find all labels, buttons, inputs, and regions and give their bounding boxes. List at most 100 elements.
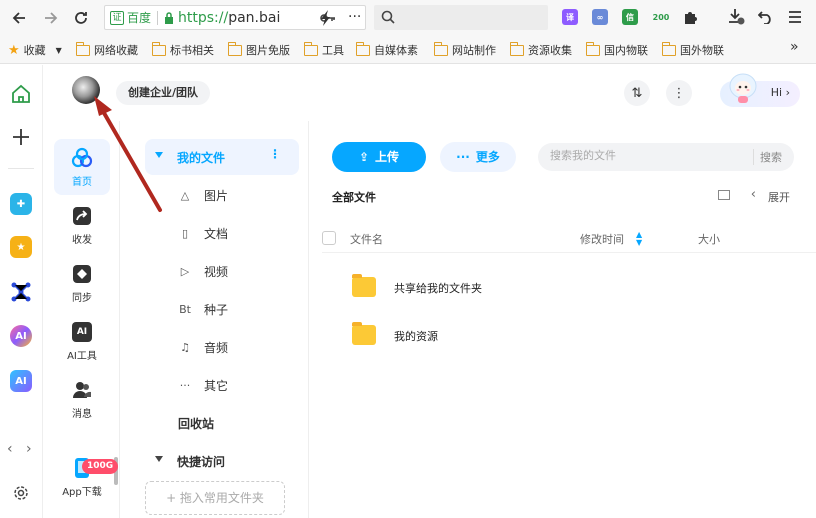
sort-toggle-icon[interactable]: ▲ ▼ [636, 231, 642, 247]
bookmarks-overflow-button[interactable]: » [790, 39, 799, 55]
bookmark-folder[interactable]: 标书相关 [151, 41, 214, 58]
bookmark-favorites[interactable]: ★ 收藏 ▼ [8, 42, 62, 58]
expand-right-icon[interactable]: › [26, 441, 32, 457]
bookmark-folder[interactable]: 国内物联 [585, 41, 648, 58]
file-name[interactable]: 我的资源 [394, 328, 438, 344]
search-icon [381, 10, 395, 24]
tree-item-videos[interactable]: ▷ 视频 [121, 252, 309, 290]
breadcrumb[interactable]: 全部文件 [332, 189, 376, 205]
caret-down-icon [155, 152, 163, 158]
ai-app-icon[interactable]: AI [10, 370, 32, 392]
nav-home[interactable]: 首页 [54, 139, 110, 195]
back-button[interactable] [8, 7, 30, 29]
create-team-button[interactable]: 创建企业/团队 [116, 81, 211, 105]
file-search-input[interactable] [550, 149, 740, 162]
puzzle-icon[interactable] [683, 9, 699, 25]
file-search-button[interactable]: 搜索 [753, 149, 782, 165]
bookmark-folder[interactable]: 资源收集 [509, 41, 572, 58]
hi-label: Hi › [770, 86, 790, 99]
download-icon[interactable] [727, 8, 745, 26]
more-actions-button[interactable]: ··· 更多 [440, 142, 516, 172]
caret-down-icon[interactable] [155, 456, 163, 462]
vertical-dots-icon: ⋮ [672, 85, 686, 101]
translate-extension-icon[interactable]: 译 [562, 9, 578, 25]
more-options-button[interactable]: ⋮ [666, 80, 692, 106]
tree-item-documents[interactable]: ▯ 文档 [121, 214, 309, 252]
forward-button[interactable] [40, 7, 62, 29]
nav-sync[interactable]: 同步 [54, 255, 110, 311]
my-files-label: 我的文件 [177, 151, 226, 165]
home-icon[interactable] [11, 84, 31, 104]
bookmark-label: 国内物联 [604, 44, 648, 57]
menu-icon[interactable] [788, 10, 802, 24]
bookmark-folder[interactable]: 图片免版 [227, 41, 290, 58]
tree-item-label: 音频 [204, 340, 229, 355]
link-extension-icon[interactable]: ∞ [592, 9, 608, 25]
nav-label: 同步 [72, 293, 92, 304]
bookmark-folder[interactable]: 网站制作 [433, 41, 496, 58]
undo-icon[interactable] [758, 10, 774, 24]
tree-my-files[interactable]: 我的文件 ⋮ [145, 139, 299, 175]
nav-messages[interactable]: 消息 [54, 371, 110, 427]
tree-quick-access[interactable]: 快捷访问 [177, 453, 225, 470]
nav-label: AI工具 [67, 351, 97, 362]
tree-recycle-bin[interactable]: 回收站 [178, 415, 214, 432]
gear-icon[interactable] [13, 485, 29, 501]
column-modified[interactable]: 修改时间 [580, 231, 624, 247]
caret-down-icon[interactable]: ▼ [56, 46, 62, 55]
file-name[interactable]: 共享给我的文件夹 [394, 280, 482, 296]
plus-icon[interactable] [11, 127, 31, 147]
folder-icon [355, 41, 370, 56]
left-rail: ✚ ★ AI AI ‹ › [0, 65, 43, 518]
nav-transfer[interactable]: 收发 [54, 197, 110, 253]
cloud-app-icon[interactable]: ✚ [10, 193, 32, 215]
bookmark-folder[interactable]: 自媒体素 [355, 41, 418, 58]
bookmark-folder[interactable]: 国外物联 [661, 41, 724, 58]
tree-item-audio[interactable]: ♫ 音频 [121, 328, 309, 366]
app-download-label: App下载 [62, 487, 102, 498]
url-text[interactable]: https://pan.bai [178, 10, 280, 26]
sort-button[interactable]: ⇅ [624, 80, 650, 106]
ai-assistant-icon[interactable]: AI [10, 325, 32, 347]
network-app-icon[interactable] [10, 281, 32, 303]
nav-ai-tools[interactable]: AI AI工具 [54, 313, 110, 369]
lightning-icon[interactable] [320, 10, 332, 26]
column-size[interactable]: 大小 [698, 231, 720, 247]
table-row[interactable]: 我的资源 [340, 313, 816, 359]
storage-promo-badge: 100G [82, 459, 119, 474]
bookmark-label: 工具 [322, 44, 344, 57]
quick-access-dropzone[interactable]: + 拖入常用文件夹 [145, 481, 285, 515]
bookmark-folder[interactable]: 网络收藏 [75, 41, 138, 58]
grid-view-icon[interactable] [718, 190, 730, 200]
url-host: pan.bai [228, 9, 281, 26]
counter-extension-icon[interactable]: 200 [652, 9, 670, 25]
reload-button[interactable] [70, 7, 92, 29]
tree-item-images[interactable]: △ 图片 [121, 176, 309, 214]
green-extension-icon[interactable]: 信 [622, 9, 638, 25]
collapse-left-icon[interactable]: ‹ [7, 441, 13, 457]
table-row[interactable]: 共享给我的文件夹 [340, 265, 816, 311]
browser-search-box[interactable] [374, 5, 548, 30]
chevron-left-icon[interactable]: ‹ [751, 187, 756, 202]
tree-item-label: 视频 [204, 264, 229, 279]
tree-item-other[interactable]: ··· 其它 [121, 366, 309, 404]
upload-button[interactable]: ⇪ 上传 [332, 142, 426, 172]
certificate-icon[interactable]: 证 [110, 10, 124, 25]
reload-icon [75, 12, 87, 24]
dots-icon: ··· [179, 378, 191, 392]
column-name[interactable]: 文件名 [350, 231, 383, 247]
folder-icon [352, 322, 376, 345]
image-icon: △ [180, 188, 190, 202]
select-all-checkbox[interactable] [322, 231, 336, 245]
address-more-icon[interactable]: ··· [348, 10, 361, 24]
bookmarks-bar: ★ 收藏 ▼ 网络收藏 标书相关 图片免版 工具 自媒体素 网站制作 资源收集 … [0, 36, 816, 64]
play-icon: ▷ [180, 264, 190, 278]
avatar[interactable] [72, 76, 100, 104]
vertical-dots-icon[interactable]: ⋮ [269, 147, 281, 161]
tree-item-label: 其它 [204, 378, 229, 393]
mascot-icon[interactable] [726, 71, 760, 105]
star-app-icon[interactable]: ★ [10, 236, 32, 258]
expand-button[interactable]: 展开 [768, 189, 790, 205]
tree-item-torrents[interactable]: Bt 种子 [121, 290, 309, 328]
bookmark-folder[interactable]: 工具 [303, 41, 344, 58]
